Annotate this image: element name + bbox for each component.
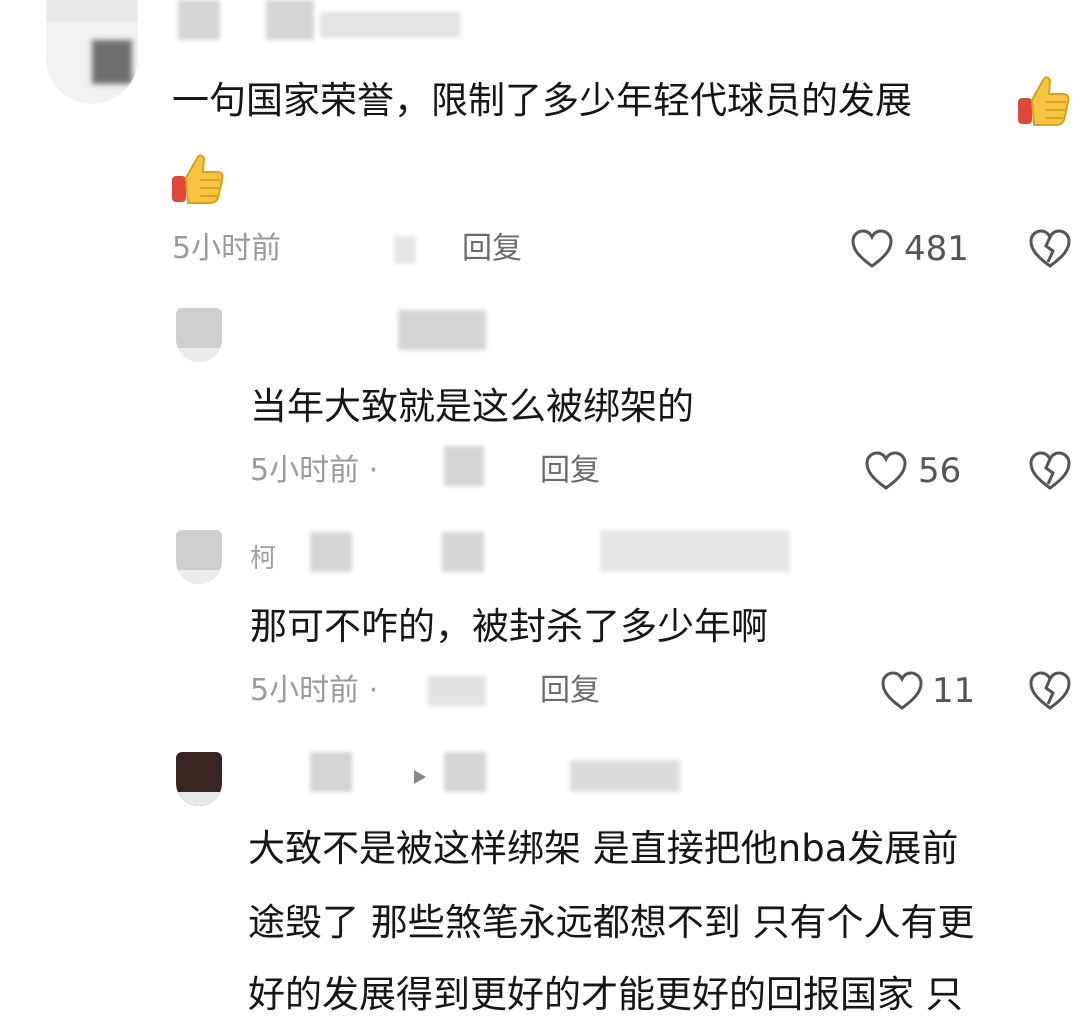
author-name: 柯	[250, 544, 277, 574]
username-redacted	[310, 752, 352, 792]
comment-text-line: 好的发展得到更好的才能更好的回报国家 只	[248, 973, 963, 1016]
username-redacted	[266, 0, 314, 40]
comment-timestamp: 5小时前	[172, 231, 282, 266]
username-redacted	[442, 532, 484, 572]
comment-text: 当年大致就是这么被绑架的	[250, 385, 694, 428]
username-redacted	[444, 752, 486, 792]
comment-text-line: 大致不是被这样绑架 是直接把他nba发展前	[248, 827, 959, 870]
reply-button[interactable]: 回复	[540, 456, 600, 486]
broken-heart-icon[interactable]	[1028, 450, 1072, 492]
heart-outline-icon[interactable]	[880, 670, 924, 712]
username-redacted	[178, 0, 220, 40]
avatar-blur	[176, 570, 222, 584]
comment-text-line: 途毁了 那些煞笔永远都想不到 只有个人有更	[248, 901, 975, 944]
username-redacted	[310, 532, 352, 572]
heart-outline-icon[interactable]	[850, 228, 894, 270]
avatar[interactable]	[176, 752, 222, 806]
location-redacted	[444, 446, 484, 486]
like-count: 11	[932, 671, 976, 711]
reply-button[interactable]: 回复	[540, 676, 600, 706]
thumbs-up-emoji-icon	[172, 154, 224, 204]
avatar-blur	[92, 40, 132, 84]
like-count: 481	[904, 229, 969, 269]
avatar[interactable]	[176, 530, 222, 584]
comment-timestamp: 5小时前 ·	[250, 673, 379, 708]
comment-text: 一句国家荣誉，限制了多少年轻代球员的发展	[172, 79, 912, 122]
avatar-blur	[176, 348, 222, 362]
heart-outline-icon[interactable]	[864, 450, 908, 492]
username-redacted	[600, 530, 790, 572]
broken-heart-icon[interactable]	[1028, 670, 1072, 712]
username-redacted	[570, 760, 680, 792]
comment-text: 那可不咋的，被封杀了多少年啊	[250, 605, 768, 648]
username-redacted	[398, 310, 486, 350]
avatar-blur	[46, 0, 138, 22]
comment-timestamp: 5小时前 ·	[250, 453, 379, 488]
location-redacted	[394, 236, 416, 264]
broken-heart-icon[interactable]	[1028, 228, 1072, 270]
location-redacted	[428, 676, 486, 706]
avatar-blur	[176, 792, 222, 806]
play-icon	[414, 770, 426, 784]
username-redacted	[320, 12, 460, 38]
like-count: 56	[918, 451, 962, 491]
reply-button[interactable]: 回复	[462, 234, 522, 264]
avatar[interactable]	[46, 0, 138, 104]
avatar[interactable]	[176, 308, 222, 362]
thumbs-up-emoji-icon	[1018, 76, 1070, 126]
